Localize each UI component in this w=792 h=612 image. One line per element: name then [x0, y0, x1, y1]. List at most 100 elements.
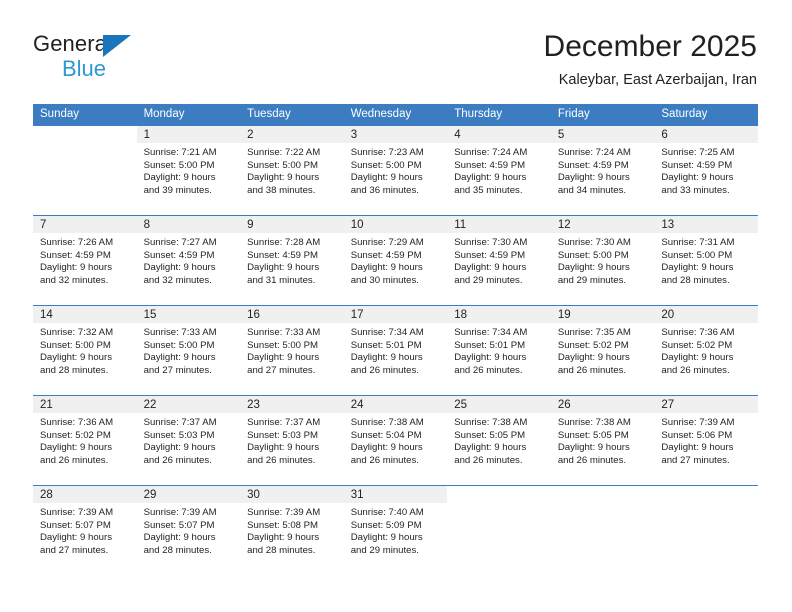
daylight-text-line1: Daylight: 9 hours	[454, 262, 527, 274]
day-details: Sunrise: 7:34 AM Sunset: 5:01 PM Daylight:…	[344, 323, 448, 377]
day-details: Sunrise: 7:31 AM Sunset: 5:00 PM Daylight:…	[654, 233, 758, 287]
sunrise-text: Sunrise: 7:33 AM	[143, 327, 217, 338]
calendar-day-cell[interactable]: 28 Sunrise: 7:39 AM Sunset: 5:07 PM Dayligh…	[33, 485, 137, 575]
day-number: 3	[343, 126, 448, 143]
daylight-text-line2: and 26 minutes.	[661, 364, 730, 376]
sunset-text: Sunset: 4:59 PM	[454, 159, 526, 171]
daylight-text-line1: Daylight: 9 hours	[143, 352, 216, 364]
calendar-day-cell[interactable]: 8 Sunrise: 7:27 AM Sunset: 4:59 PM Daylight…	[136, 215, 241, 306]
calendar-day-cell[interactable]: 24 Sunrise: 7:38 AM Sunset: 5:04 PM Dayligh…	[343, 395, 448, 486]
calendar-day-cell[interactable]: 11 Sunrise: 7:30 AM Sunset: 4:59 PM Dayligh…	[447, 215, 551, 306]
sunrise-text: Sunrise: 7:38 AM	[557, 417, 631, 428]
calendar-day-cell[interactable]: 19 Sunrise: 7:35 AM Sunset: 5:02 PM Dayligh…	[550, 305, 655, 396]
daylight-text-line2: and 26 minutes.	[557, 364, 627, 376]
calendar-day-cell[interactable]: 6 Sunrise: 7:25 AM Sunset: 4:59 PM Daylight…	[654, 126, 758, 216]
calendar-day-cell[interactable]: 3 Sunrise: 7:23 AM Sunset: 5:00 PM Daylight…	[343, 126, 448, 216]
calendar-day-cell[interactable]: 10 Sunrise: 7:29 AM Sunset: 4:59 PM Dayligh…	[343, 215, 448, 306]
calendar-day-cell[interactable]: 29 Sunrise: 7:39 AM Sunset: 5:07 PM Dayligh…	[136, 485, 241, 575]
sunset-text: Sunset: 4:59 PM	[40, 249, 111, 261]
calendar-day-cell[interactable]: 16 Sunrise: 7:33 AM Sunset: 5:00 PM Dayligh…	[240, 305, 344, 396]
day-number: 27	[654, 396, 758, 413]
calendar-day-cell[interactable]: 14 Sunrise: 7:32 AM Sunset: 5:00 PM Dayligh…	[33, 305, 137, 396]
sunset-text: Sunset: 5:00 PM	[40, 339, 111, 351]
daylight-text-line2: and 38 minutes.	[247, 184, 316, 196]
calendar-day-cell[interactable]: 22 Sunrise: 7:37 AM Sunset: 5:03 PM Dayligh…	[136, 395, 241, 486]
calendar-day-cell[interactable]: 7 Sunrise: 7:26 AM Sunset: 4:59 PM Daylight…	[33, 215, 137, 306]
calendar-day-cell[interactable]: 4 Sunrise: 7:24 AM Sunset: 4:59 PM Daylight…	[447, 126, 551, 216]
calendar-day-cell[interactable]: 23 Sunrise: 7:37 AM Sunset: 5:03 PM Dayligh…	[240, 395, 344, 486]
day-details: Sunrise: 7:33 AM Sunset: 5:00 PM Daylight:…	[240, 323, 344, 377]
daylight-text-line1: Daylight: 9 hours	[350, 442, 423, 454]
calendar-week-row: 14 Sunrise: 7:32 AM Sunset: 5:00 PM Dayligh…	[33, 305, 758, 396]
daylight-text-line1: Daylight: 9 hours	[454, 172, 527, 184]
daylight-text-line1: Daylight: 9 hours	[247, 172, 320, 184]
calendar-day-cell[interactable]: 2 Sunrise: 7:22 AM Sunset: 5:00 PM Daylight…	[240, 126, 344, 216]
day-number	[654, 486, 758, 503]
sunset-text: Sunset: 5:00 PM	[247, 339, 319, 351]
daylight-text-line1: Daylight: 9 hours	[143, 172, 216, 184]
calendar-day-cell[interactable]: 15 Sunrise: 7:33 AM Sunset: 5:00 PM Dayligh…	[136, 305, 241, 396]
sunrise-text: Sunrise: 7:38 AM	[350, 417, 424, 428]
daylight-text-line1: Daylight: 9 hours	[454, 442, 527, 454]
calendar-day-cell[interactable]: 17 Sunrise: 7:34 AM Sunset: 5:01 PM Dayligh…	[343, 305, 448, 396]
day-details: Sunrise: 7:30 AM Sunset: 5:00 PM Daylight:…	[551, 233, 655, 287]
calendar-day-cell[interactable]: 21 Sunrise: 7:36 AM Sunset: 5:02 PM Dayligh…	[33, 395, 137, 486]
sunrise-text: Sunrise: 7:36 AM	[661, 327, 735, 338]
daylight-text-line2: and 34 minutes.	[557, 184, 627, 196]
calendar-day-cell[interactable]: 31 Sunrise: 7:40 AM Sunset: 5:09 PM Dayligh…	[343, 485, 448, 575]
day-details: Sunrise: 7:35 AM Sunset: 5:02 PM Daylight:…	[551, 323, 655, 377]
sunset-text: Sunset: 5:00 PM	[350, 159, 422, 171]
daylight-text-line2: and 27 minutes.	[661, 454, 730, 466]
daylight-text-line2: and 32 minutes.	[143, 274, 212, 286]
day-details: Sunrise: 7:36 AM Sunset: 5:02 PM Daylight:…	[33, 413, 137, 467]
daylight-text-line1: Daylight: 9 hours	[350, 352, 423, 364]
day-number: 9	[240, 216, 344, 233]
calendar-day-cell[interactable]: 12 Sunrise: 7:30 AM Sunset: 5:00 PM Dayligh…	[550, 215, 655, 306]
daylight-text-line1: Daylight: 9 hours	[557, 352, 630, 364]
daylight-text-line2: and 33 minutes.	[661, 184, 730, 196]
calendar-day-cell[interactable]: 13 Sunrise: 7:31 AM Sunset: 5:00 PM Dayligh…	[654, 215, 758, 306]
weekday-header-tuesday: Tuesday	[240, 104, 344, 126]
sunrise-text: Sunrise: 7:27 AM	[143, 237, 217, 248]
calendar-day-cell[interactable]: 18 Sunrise: 7:34 AM Sunset: 5:01 PM Dayligh…	[447, 305, 551, 396]
calendar-body: 1 Sunrise: 7:21 AM Sunset: 5:00 PM Daylight…	[33, 126, 758, 575]
calendar-day-cell[interactable]: 1 Sunrise: 7:21 AM Sunset: 5:00 PM Daylight…	[136, 126, 241, 216]
daylight-text-line1: Daylight: 9 hours	[350, 172, 423, 184]
weekday-header-sunday: Sunday	[33, 104, 137, 126]
day-number: 10	[343, 216, 448, 233]
calendar-day-cell[interactable]: 20 Sunrise: 7:36 AM Sunset: 5:02 PM Dayligh…	[654, 305, 758, 396]
day-details: Sunrise: 7:37 AM Sunset: 5:03 PM Daylight:…	[240, 413, 344, 467]
calendar-day-cell[interactable]: 25 Sunrise: 7:38 AM Sunset: 5:05 PM Dayligh…	[447, 395, 551, 486]
sunrise-text: Sunrise: 7:23 AM	[350, 147, 424, 158]
sunrise-text: Sunrise: 7:28 AM	[247, 237, 321, 248]
daylight-text-line1: Daylight: 9 hours	[40, 352, 112, 364]
sunrise-text: Sunrise: 7:40 AM	[350, 507, 424, 518]
calendar-day-cell[interactable]: 5 Sunrise: 7:24 AM Sunset: 4:59 PM Daylight…	[550, 126, 655, 216]
calendar-grid: Sunday Monday Tuesday Wednesday Thursday…	[33, 104, 758, 575]
daylight-text-line1: Daylight: 9 hours	[350, 262, 423, 274]
daylight-text-line2: and 28 minutes.	[40, 364, 109, 376]
sunset-text: Sunset: 5:05 PM	[557, 429, 629, 441]
calendar-day-cell[interactable]: 27 Sunrise: 7:39 AM Sunset: 5:06 PM Dayligh…	[654, 395, 758, 486]
day-details: Sunrise: 7:33 AM Sunset: 5:00 PM Daylight:…	[137, 323, 241, 377]
calendar-day-cell[interactable]: 9 Sunrise: 7:28 AM Sunset: 4:59 PM Daylight…	[240, 215, 344, 306]
logo-text-blue: Blue	[62, 56, 107, 81]
daylight-text-line1: Daylight: 9 hours	[557, 442, 630, 454]
sunrise-text: Sunrise: 7:31 AM	[661, 237, 735, 248]
day-details: Sunrise: 7:30 AM Sunset: 4:59 PM Daylight:…	[447, 233, 551, 287]
daylight-text-line2: and 26 minutes.	[40, 454, 109, 466]
day-number: 13	[654, 216, 758, 233]
sunset-text: Sunset: 5:09 PM	[350, 519, 422, 531]
calendar-week-row: 1 Sunrise: 7:21 AM Sunset: 5:00 PM Daylight…	[33, 126, 758, 216]
calendar-day-cell[interactable]: 30 Sunrise: 7:39 AM Sunset: 5:08 PM Dayligh…	[240, 485, 344, 575]
sunrise-text: Sunrise: 7:34 AM	[350, 327, 424, 338]
daylight-text-line1: Daylight: 9 hours	[40, 442, 112, 454]
generalblue-logo[interactable]: General Blue	[33, 31, 233, 87]
calendar-day-cell[interactable]: 26 Sunrise: 7:38 AM Sunset: 5:05 PM Dayligh…	[550, 395, 655, 486]
sunrise-text: Sunrise: 7:38 AM	[454, 417, 528, 428]
day-details: Sunrise: 7:34 AM Sunset: 5:01 PM Daylight:…	[447, 323, 551, 377]
page-title: December 2025	[543, 30, 757, 63]
day-details: Sunrise: 7:25 AM Sunset: 4:59 PM Daylight:…	[654, 143, 758, 197]
calendar-page: General Blue December 2025 Kaleybar, Eas…	[0, 0, 792, 612]
day-number: 8	[136, 216, 241, 233]
